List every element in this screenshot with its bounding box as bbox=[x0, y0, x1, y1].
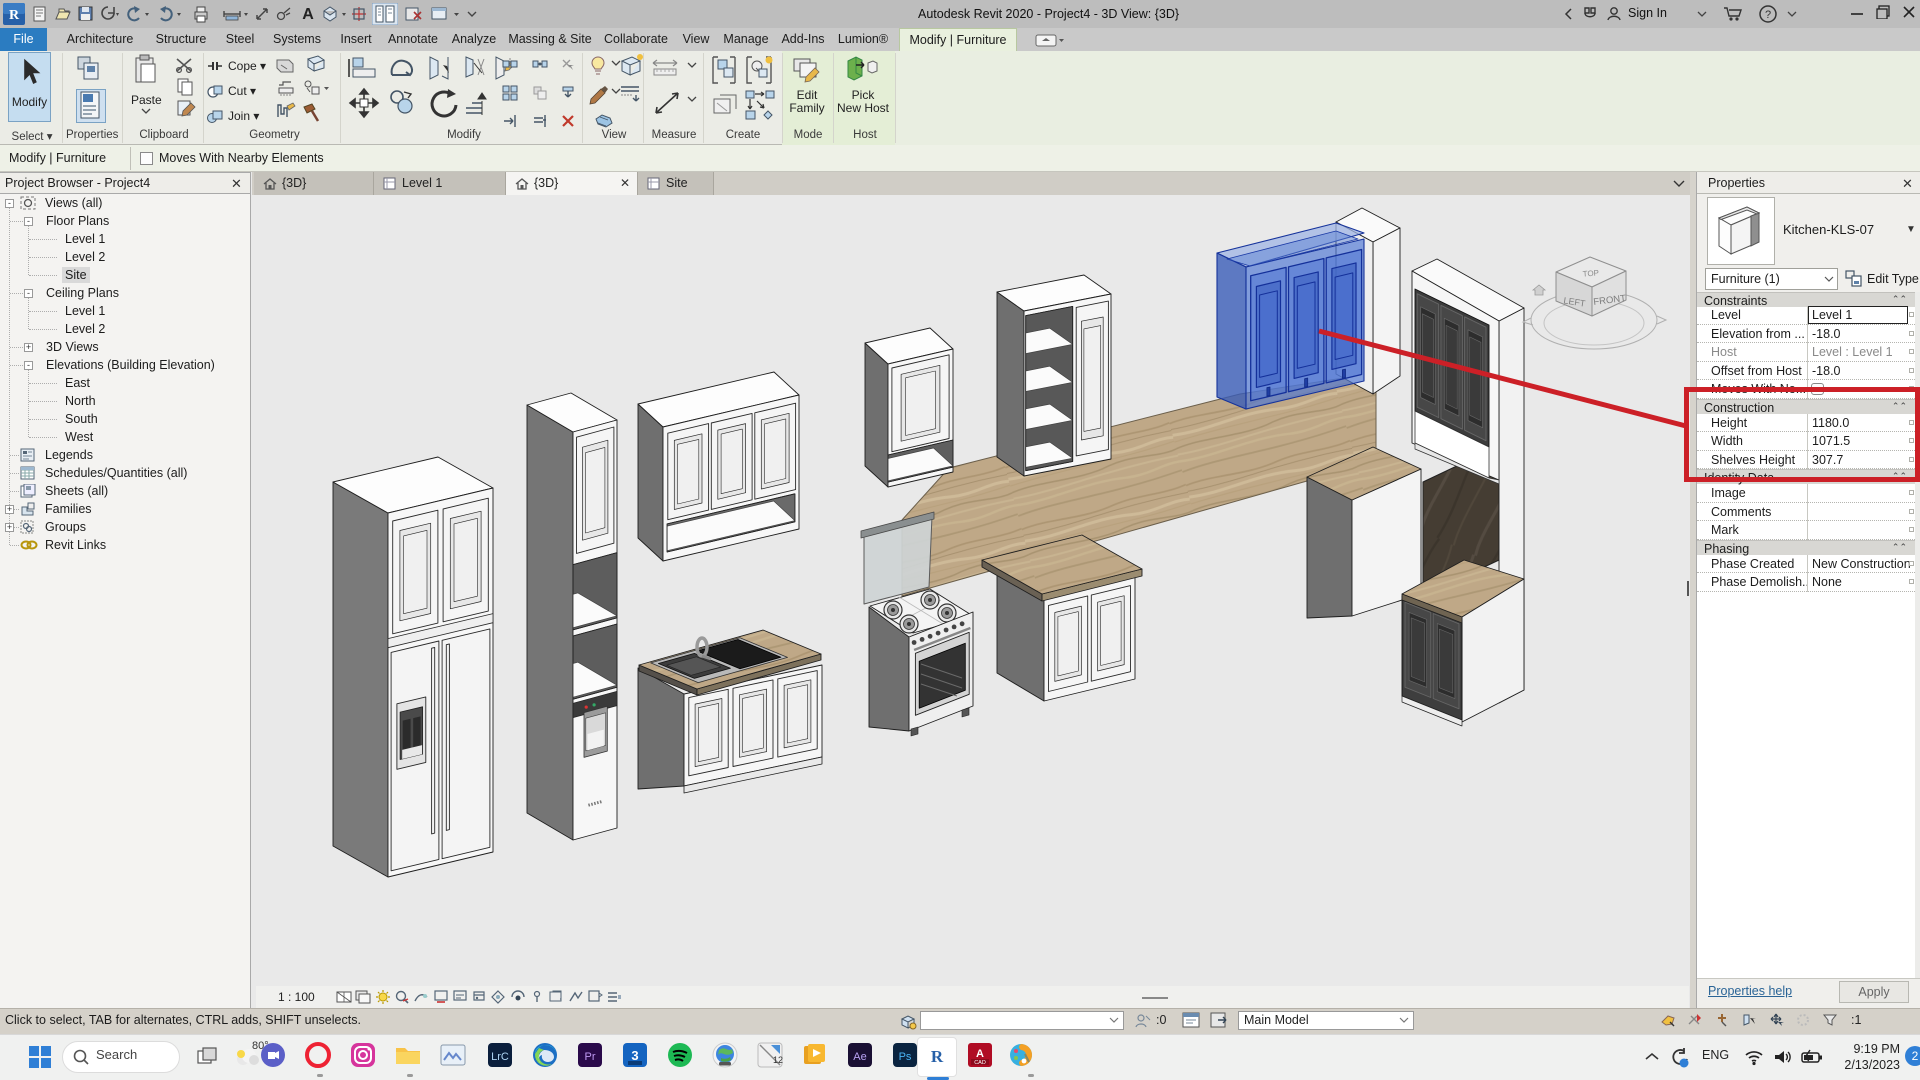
svg-text:?: ? bbox=[1765, 9, 1771, 21]
svg-text:12: 12 bbox=[773, 1055, 783, 1065]
svg-text:LrC: LrC bbox=[491, 1051, 509, 1063]
svg-text:Ps: Ps bbox=[899, 1051, 912, 1063]
svg-text:A: A bbox=[302, 6, 314, 22]
svg-text:Pr: Pr bbox=[585, 1051, 596, 1063]
svg-text:A: A bbox=[976, 1048, 984, 1060]
svg-text:TOP: TOP bbox=[1582, 268, 1599, 278]
svg-text:Ae: Ae bbox=[853, 1051, 866, 1063]
svg-text:R: R bbox=[931, 1047, 944, 1066]
svg-text:3: 3 bbox=[631, 1048, 638, 1063]
svg-text:CAD: CAD bbox=[974, 1060, 986, 1066]
svg-text:R: R bbox=[9, 8, 20, 23]
